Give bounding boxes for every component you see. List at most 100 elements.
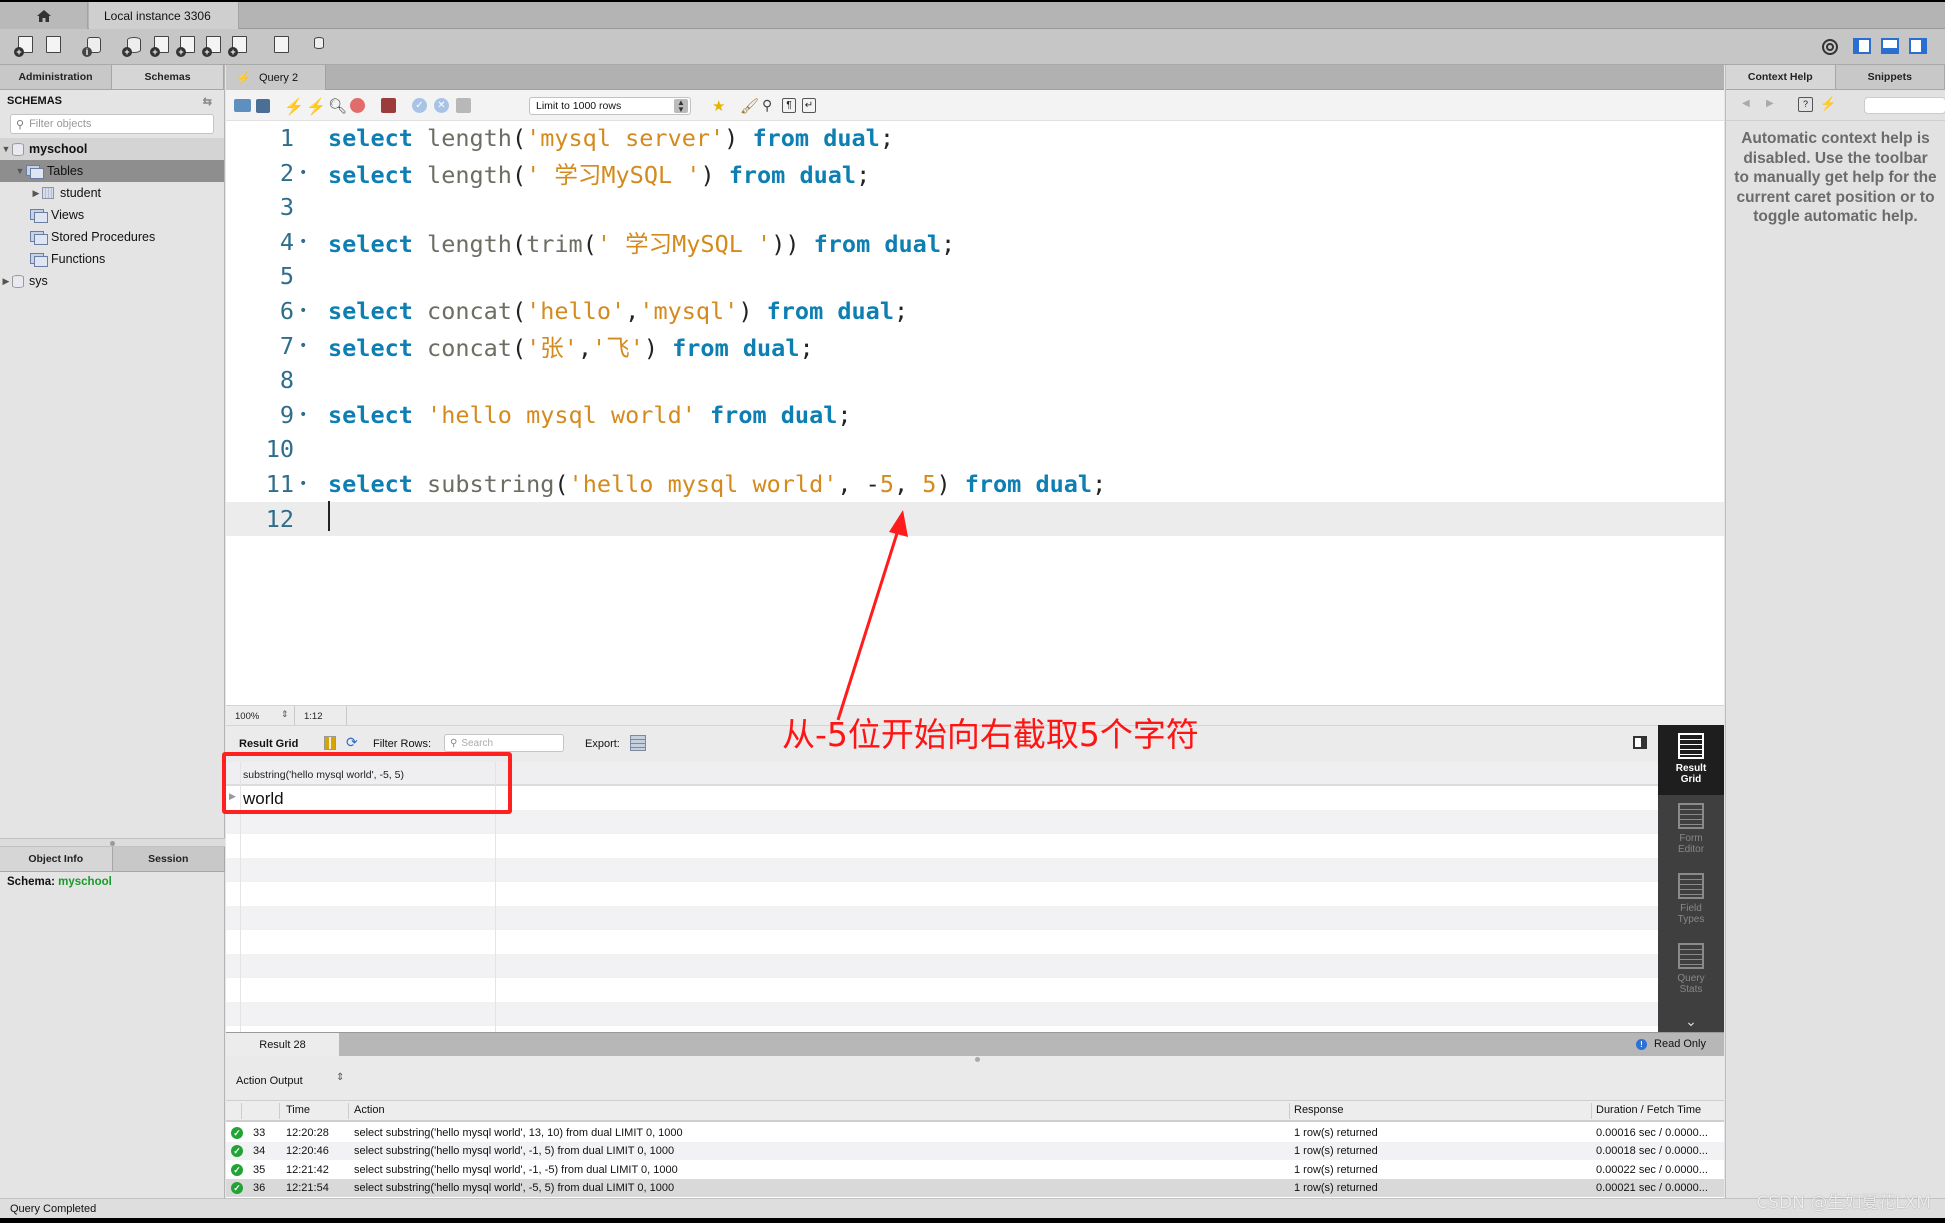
- column-header-response[interactable]: Response: [1294, 1104, 1344, 1116]
- code-line[interactable]: 3: [226, 190, 1724, 224]
- chevron-updown-icon[interactable]: ⇕: [281, 709, 289, 720]
- auto-help-icon[interactable]: ⚡: [1820, 96, 1836, 112]
- tab-query-2[interactable]: ⚡ Query 2: [226, 65, 326, 90]
- expand-arrow-icon[interactable]: ▼: [0, 144, 12, 154]
- create-table-icon[interactable]: +: [150, 35, 172, 57]
- home-tab[interactable]: [0, 2, 88, 29]
- grid-columns-icon[interactable]: [324, 736, 336, 750]
- expand-arrow-icon[interactable]: ▶: [30, 188, 42, 199]
- invisible-chars-icon[interactable]: ¶: [782, 98, 796, 113]
- switch-field-types[interactable]: Field Types: [1658, 865, 1724, 935]
- filter-objects-input[interactable]: ⚲ Filter objects: [10, 114, 214, 134]
- column-header-duration[interactable]: Duration / Fetch Time: [1596, 1104, 1701, 1116]
- tree-item-myschool[interactable]: ▼ myschool: [0, 138, 224, 160]
- column-header-action[interactable]: Action: [354, 1104, 385, 1116]
- refresh-icon[interactable]: ⇆: [203, 95, 212, 108]
- tree-item-sys[interactable]: ▶ sys: [0, 270, 224, 292]
- code-line[interactable]: 7 • select concat('张','飞') from dual;: [226, 329, 1724, 363]
- instance-tab[interactable]: Local instance 3306: [89, 2, 239, 29]
- find-icon[interactable]: ⚲: [762, 97, 779, 114]
- limit-rows-select[interactable]: Limit to 1000 rows ▲ ▼: [529, 97, 691, 115]
- refresh-icon[interactable]: ⟳: [346, 734, 358, 751]
- code-line[interactable]: 10: [226, 432, 1724, 466]
- export-icon[interactable]: [630, 735, 646, 751]
- code-token: 'hello': [526, 297, 626, 325]
- tree-item-tables[interactable]: ▼ Tables: [0, 160, 224, 182]
- tab-session[interactable]: Session: [113, 847, 225, 871]
- code-line[interactable]: 12: [226, 500, 1724, 536]
- toggle-error-icon[interactable]: [381, 98, 396, 113]
- tree-item-views[interactable]: Views: [0, 204, 224, 226]
- code-line[interactable]: 9 • select 'hello mysql world' from dual;: [226, 398, 1724, 432]
- switch-query-stats[interactable]: Query Stats: [1658, 935, 1724, 1005]
- autocommit-icon[interactable]: [456, 98, 471, 113]
- code-token: )): [771, 229, 800, 258]
- expand-arrow-icon[interactable]: ▶: [0, 276, 12, 287]
- create-function-icon[interactable]: +: [228, 35, 250, 57]
- manual-help-icon[interactable]: ?: [1798, 97, 1813, 112]
- tab-snippets[interactable]: Snippets: [1836, 65, 1945, 89]
- folder-icon: [30, 209, 48, 223]
- reconnect-icon[interactable]: [306, 35, 328, 57]
- tab-schemas[interactable]: Schemas: [112, 65, 224, 89]
- beautify-icon[interactable]: 🖌︎: [740, 97, 759, 115]
- switch-result-grid[interactable]: Result Grid: [1658, 725, 1724, 795]
- tree-item-functions[interactable]: Functions: [0, 248, 224, 270]
- tab-context-help[interactable]: Context Help: [1726, 65, 1836, 89]
- wrap-lines-icon[interactable]: ↵: [802, 98, 816, 113]
- zoom-level[interactable]: 100%: [235, 711, 259, 722]
- stop-icon[interactable]: [350, 98, 365, 113]
- code-line[interactable]: 5: [226, 259, 1724, 293]
- open-sql-script-icon[interactable]: [42, 35, 64, 57]
- code-line[interactable]: 1 select length('mysql server') from dual…: [226, 121, 1724, 155]
- execute-icon[interactable]: ⚡: [284, 97, 304, 116]
- sql-editor[interactable]: 1 select length('mysql server') from dual…: [226, 121, 1724, 705]
- back-icon[interactable]: ◀: [1742, 98, 1750, 109]
- toggle-secondary-sidebar-icon[interactable]: [1909, 38, 1927, 54]
- tab-result-28[interactable]: Result 28: [226, 1033, 339, 1057]
- output-row[interactable]: ✓ 33 12:20:28 select substring('hello mysql…: [226, 1124, 1724, 1142]
- create-schema-icon[interactable]: +: [122, 35, 144, 57]
- output-row[interactable]: ✓ 34 12:20:46 select substring('hello mysql…: [226, 1142, 1724, 1161]
- filter-rows-input[interactable]: ⚲ Search: [444, 734, 564, 752]
- tab-administration[interactable]: Administration: [0, 65, 112, 89]
- main-toolbar: + i + + + + +: [0, 29, 1945, 65]
- inspector-icon[interactable]: i: [82, 35, 104, 57]
- search-table-data-icon[interactable]: [270, 35, 292, 57]
- toggle-output-icon[interactable]: [1881, 38, 1899, 54]
- output-row[interactable]: ✓ 35 12:21:42 select substring('hello mysql…: [226, 1161, 1724, 1179]
- tree-item-student[interactable]: ▶ student: [0, 182, 224, 204]
- code-line[interactable]: 6 • select concat('hello','mysql') from du…: [226, 294, 1724, 328]
- switch-form-editor[interactable]: Form Editor: [1658, 795, 1724, 865]
- execute-current-icon[interactable]: ⚡: [306, 97, 326, 116]
- settings-icon[interactable]: [1821, 38, 1839, 56]
- code-line[interactable]: 8: [226, 363, 1724, 397]
- toggle-sidebar-icon[interactable]: [1853, 38, 1871, 54]
- tab-object-info[interactable]: Object Info: [0, 847, 113, 871]
- forward-icon[interactable]: ▶: [1766, 98, 1774, 109]
- new-sql-tab-icon[interactable]: +: [14, 35, 36, 57]
- create-view-icon[interactable]: +: [176, 35, 198, 57]
- code-line[interactable]: 2 • select length(' 学习MySQL ') from dual;: [226, 156, 1724, 190]
- rollback-icon[interactable]: ✕: [434, 98, 449, 113]
- code-line[interactable]: 11 • select substring('hello mysql world',…: [226, 467, 1724, 501]
- output-row[interactable]: ✓ 36 12:21:54 select substring('hello mysql…: [226, 1179, 1724, 1198]
- chevron-down-icon[interactable]: ⌄: [1658, 1013, 1724, 1030]
- create-procedure-icon[interactable]: +: [202, 35, 224, 57]
- help-search-input[interactable]: [1864, 97, 1945, 114]
- tree-item-stored-procedures[interactable]: Stored Procedures: [0, 226, 224, 248]
- add-snippet-icon[interactable]: ★: [712, 97, 729, 115]
- expand-arrow-icon[interactable]: ▼: [14, 166, 26, 176]
- output-selector[interactable]: Action Output: [236, 1075, 303, 1087]
- commit-icon[interactable]: ✓: [412, 98, 427, 113]
- explain-icon[interactable]: 🔍︎: [328, 97, 347, 115]
- chevron-updown-icon[interactable]: ⇕: [336, 1072, 344, 1083]
- column-header-time[interactable]: Time: [286, 1104, 310, 1116]
- toggle-panel-icon[interactable]: [1633, 736, 1647, 749]
- sidebar-splitter[interactable]: [0, 838, 225, 847]
- save-icon[interactable]: [256, 99, 270, 113]
- code-line[interactable]: 4 • select length(trim(' 学习MySQL ')) from …: [226, 225, 1724, 259]
- splitter-handle[interactable]: [975, 1057, 980, 1062]
- open-file-icon[interactable]: [234, 99, 251, 112]
